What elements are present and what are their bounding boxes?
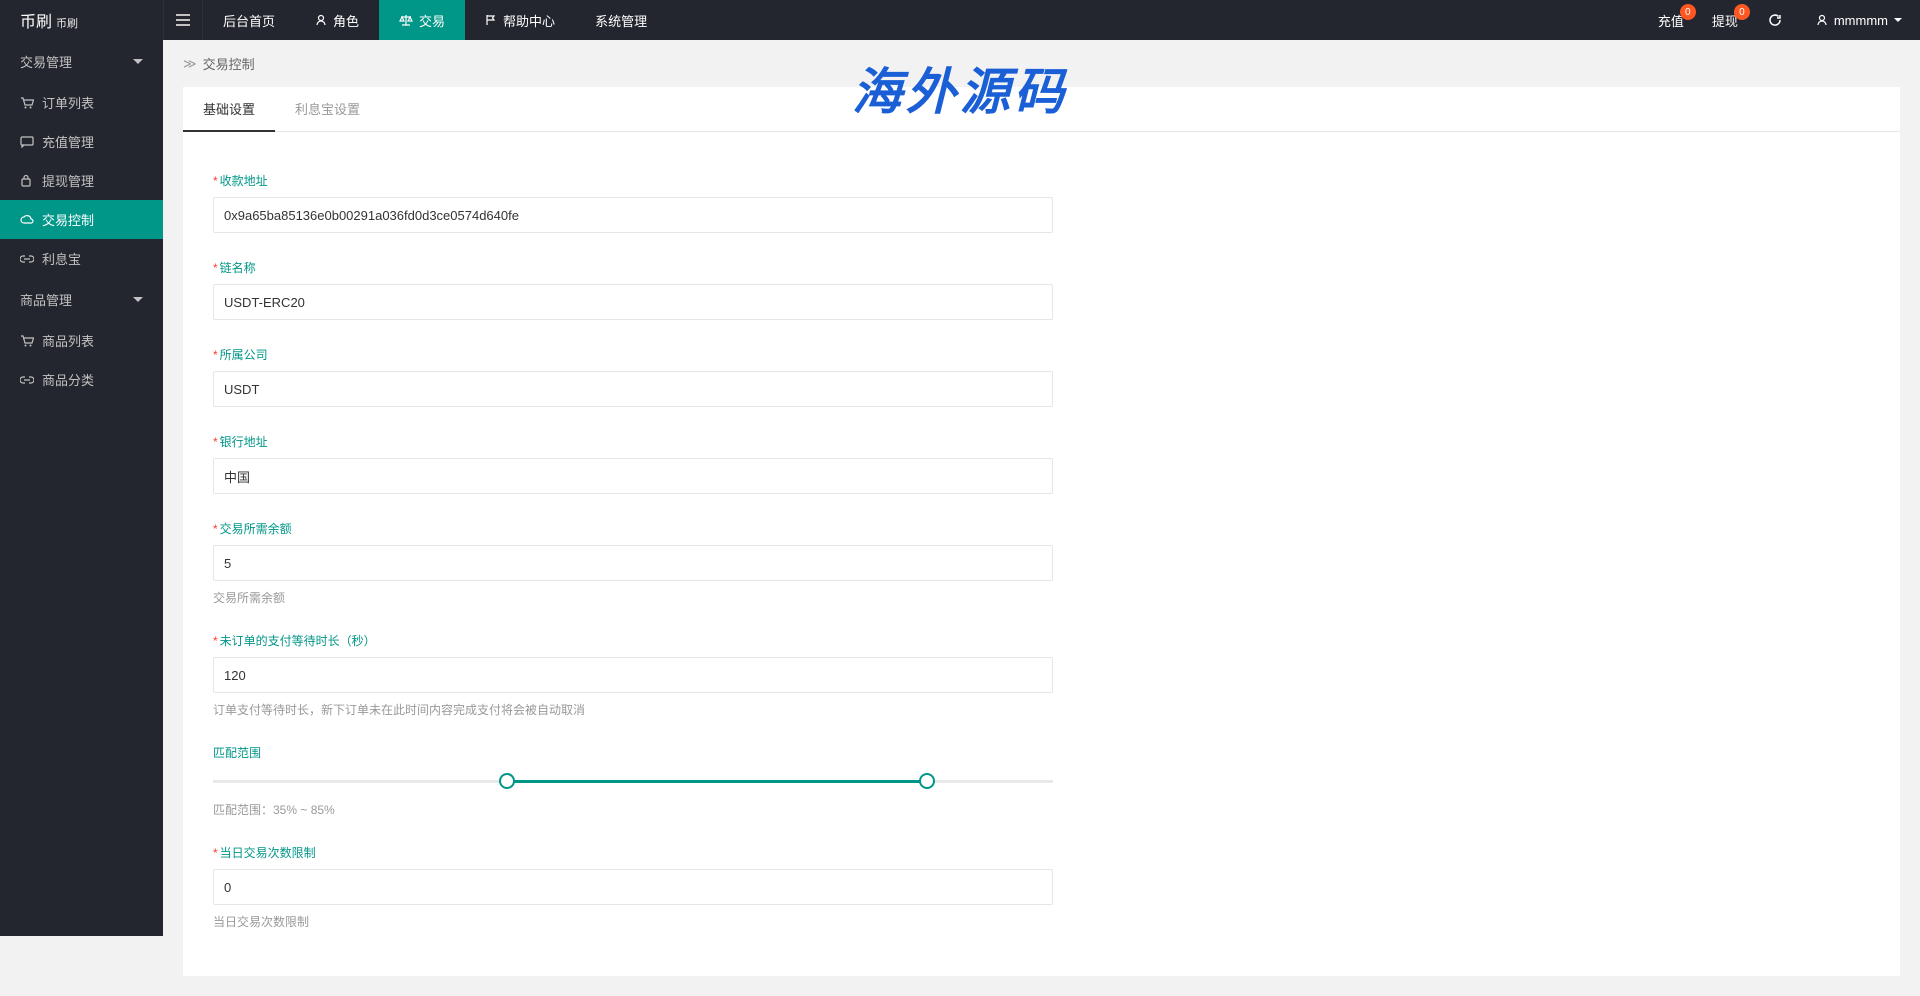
field-wait: *未订单的支付等待时长（秒） 订单支付等待时长，新下订单未在此时间内容完成支付将…	[213, 632, 1053, 718]
user-name: mmmmm	[1834, 13, 1888, 28]
slider-handle-low[interactable]	[499, 773, 515, 789]
slider-handle-high[interactable]	[919, 773, 935, 789]
sidebar-item-label: 商品列表	[42, 331, 94, 350]
sidebar: 交易管理 订单列表 充值管理 提现管理 交易控制 利息宝 商品管理 商品列表 商…	[0, 40, 163, 936]
field-bank: *银行地址	[213, 433, 1053, 494]
input-daily[interactable]	[213, 869, 1053, 905]
form-area: *收款地址 *链名称 *所属公司 *银行地址 *交易所需余额 交易所需余额	[183, 132, 1900, 976]
field-range: 匹配范围 匹配范围：35% ~ 85%	[213, 744, 1053, 818]
sidebar-item-trade-control[interactable]: 交易控制	[0, 200, 163, 239]
sidebar-item-recharge[interactable]: 充值管理	[0, 122, 163, 161]
sidebar-item-label: 充值管理	[42, 132, 94, 151]
input-address[interactable]	[213, 197, 1053, 233]
sidebar-item-label: 交易控制	[42, 210, 94, 229]
cloud-icon	[20, 215, 34, 225]
nav-label: 帮助中心	[503, 11, 555, 30]
sidebar-item-label: 订单列表	[42, 93, 94, 112]
nav-role[interactable]: 角色	[295, 0, 379, 40]
header: 币刷 币刷 后台首页 角色 交易 帮助中心 系统管理 充值 0 提现 0	[0, 0, 1920, 40]
refresh-button[interactable]	[1752, 0, 1798, 40]
hint-wait: 订单支付等待时长，新下订单未在此时间内容完成支付将会被自动取消	[213, 701, 1053, 718]
card: 基础设置 利息宝设置 *收款地址 *链名称 *所属公司 *银行地址 *交易所需余…	[183, 87, 1900, 976]
withdraw-badge: 0	[1734, 4, 1750, 20]
user-icon	[315, 14, 327, 26]
chevron-down-icon	[133, 59, 143, 65]
label-bank: *银行地址	[213, 433, 1053, 450]
label-company: *所属公司	[213, 346, 1053, 363]
hint-daily: 当日交易次数限制	[213, 913, 1053, 930]
logo-sub: 币刷	[56, 15, 78, 31]
sidebar-item-categories[interactable]: 商品分类	[0, 360, 163, 399]
field-company: *所属公司	[213, 346, 1053, 407]
recharge-badge: 0	[1680, 4, 1696, 20]
nav-label: 系统管理	[595, 11, 647, 30]
input-company[interactable]	[213, 371, 1053, 407]
chevron-down-icon	[133, 297, 143, 303]
nav-label: 交易	[419, 11, 445, 30]
message-icon	[20, 136, 34, 148]
user-menu[interactable]: mmmmm	[1798, 13, 1920, 28]
header-right: 充值 0 提现 0 mmmmm	[1644, 0, 1920, 40]
tab-basic[interactable]: 基础设置	[183, 87, 275, 132]
slider-fill	[507, 780, 927, 783]
nav-label: 后台首页	[223, 11, 275, 30]
nav-tabs: 后台首页 角色 交易 帮助中心 系统管理	[203, 0, 667, 40]
hint-range: 匹配范围：35% ~ 85%	[213, 801, 1053, 818]
input-chain[interactable]	[213, 284, 1053, 320]
scale-icon	[399, 14, 413, 26]
cart-icon	[20, 335, 34, 347]
breadcrumb: ≫ 交易控制	[163, 40, 1920, 87]
cart-icon	[20, 97, 34, 109]
recharge-button[interactable]: 充值 0	[1644, 0, 1698, 40]
label-wait: *未订单的支付等待时长（秒）	[213, 632, 1053, 649]
sidebar-toggle[interactable]	[163, 0, 203, 40]
label-daily: *当日交易次数限制	[213, 844, 1053, 861]
logo: 币刷 币刷	[0, 8, 163, 32]
input-bank[interactable]	[213, 458, 1053, 494]
logo-main: 币刷	[20, 8, 52, 32]
nav-system[interactable]: 系统管理	[575, 0, 667, 40]
tab-header: 基础设置 利息宝设置	[183, 87, 1900, 132]
link-icon	[20, 255, 34, 263]
field-chain: *链名称	[213, 259, 1053, 320]
flag-icon	[485, 14, 497, 26]
withdraw-button[interactable]: 提现 0	[1698, 0, 1752, 40]
menu-group-product[interactable]: 商品管理	[0, 278, 163, 321]
refresh-icon	[1768, 13, 1782, 27]
menu-group-trade[interactable]: 交易管理	[0, 40, 163, 83]
menu-group-label: 交易管理	[20, 52, 72, 71]
label-chain: *链名称	[213, 259, 1053, 276]
breadcrumb-icon: ≫	[183, 56, 197, 72]
sidebar-item-interest[interactable]: 利息宝	[0, 239, 163, 278]
nav-help[interactable]: 帮助中心	[465, 0, 575, 40]
input-balance[interactable]	[213, 545, 1053, 581]
link-icon	[20, 376, 34, 384]
breadcrumb-text: 交易控制	[203, 54, 255, 73]
field-daily: *当日交易次数限制 当日交易次数限制	[213, 844, 1053, 930]
sidebar-item-withdraw[interactable]: 提现管理	[0, 161, 163, 200]
nav-label: 角色	[333, 11, 359, 30]
sidebar-item-label: 商品分类	[42, 370, 94, 389]
input-wait[interactable]	[213, 657, 1053, 693]
label-address: *收款地址	[213, 172, 1053, 189]
hint-balance: 交易所需余额	[213, 589, 1053, 606]
main: ≫ 交易控制 海外源码 基础设置 利息宝设置 *收款地址 *链名称 *所属公司 …	[163, 40, 1920, 976]
label-balance: *交易所需余额	[213, 520, 1053, 537]
tab-interest[interactable]: 利息宝设置	[275, 87, 380, 131]
menu-icon	[176, 14, 190, 26]
sidebar-item-label: 提现管理	[42, 171, 94, 190]
field-balance: *交易所需余额 交易所需余额	[213, 520, 1053, 606]
chevron-down-icon	[1894, 18, 1902, 23]
nav-trade[interactable]: 交易	[379, 0, 465, 40]
nav-home[interactable]: 后台首页	[203, 0, 295, 40]
label-range: 匹配范围	[213, 744, 1053, 761]
range-slider[interactable]	[213, 773, 1053, 791]
sidebar-item-products[interactable]: 商品列表	[0, 321, 163, 360]
sidebar-item-orders[interactable]: 订单列表	[0, 83, 163, 122]
lock-icon	[20, 174, 34, 187]
field-address: *收款地址	[213, 172, 1053, 233]
sidebar-item-label: 利息宝	[42, 249, 81, 268]
user-icon	[1816, 14, 1828, 26]
menu-group-label: 商品管理	[20, 290, 72, 309]
